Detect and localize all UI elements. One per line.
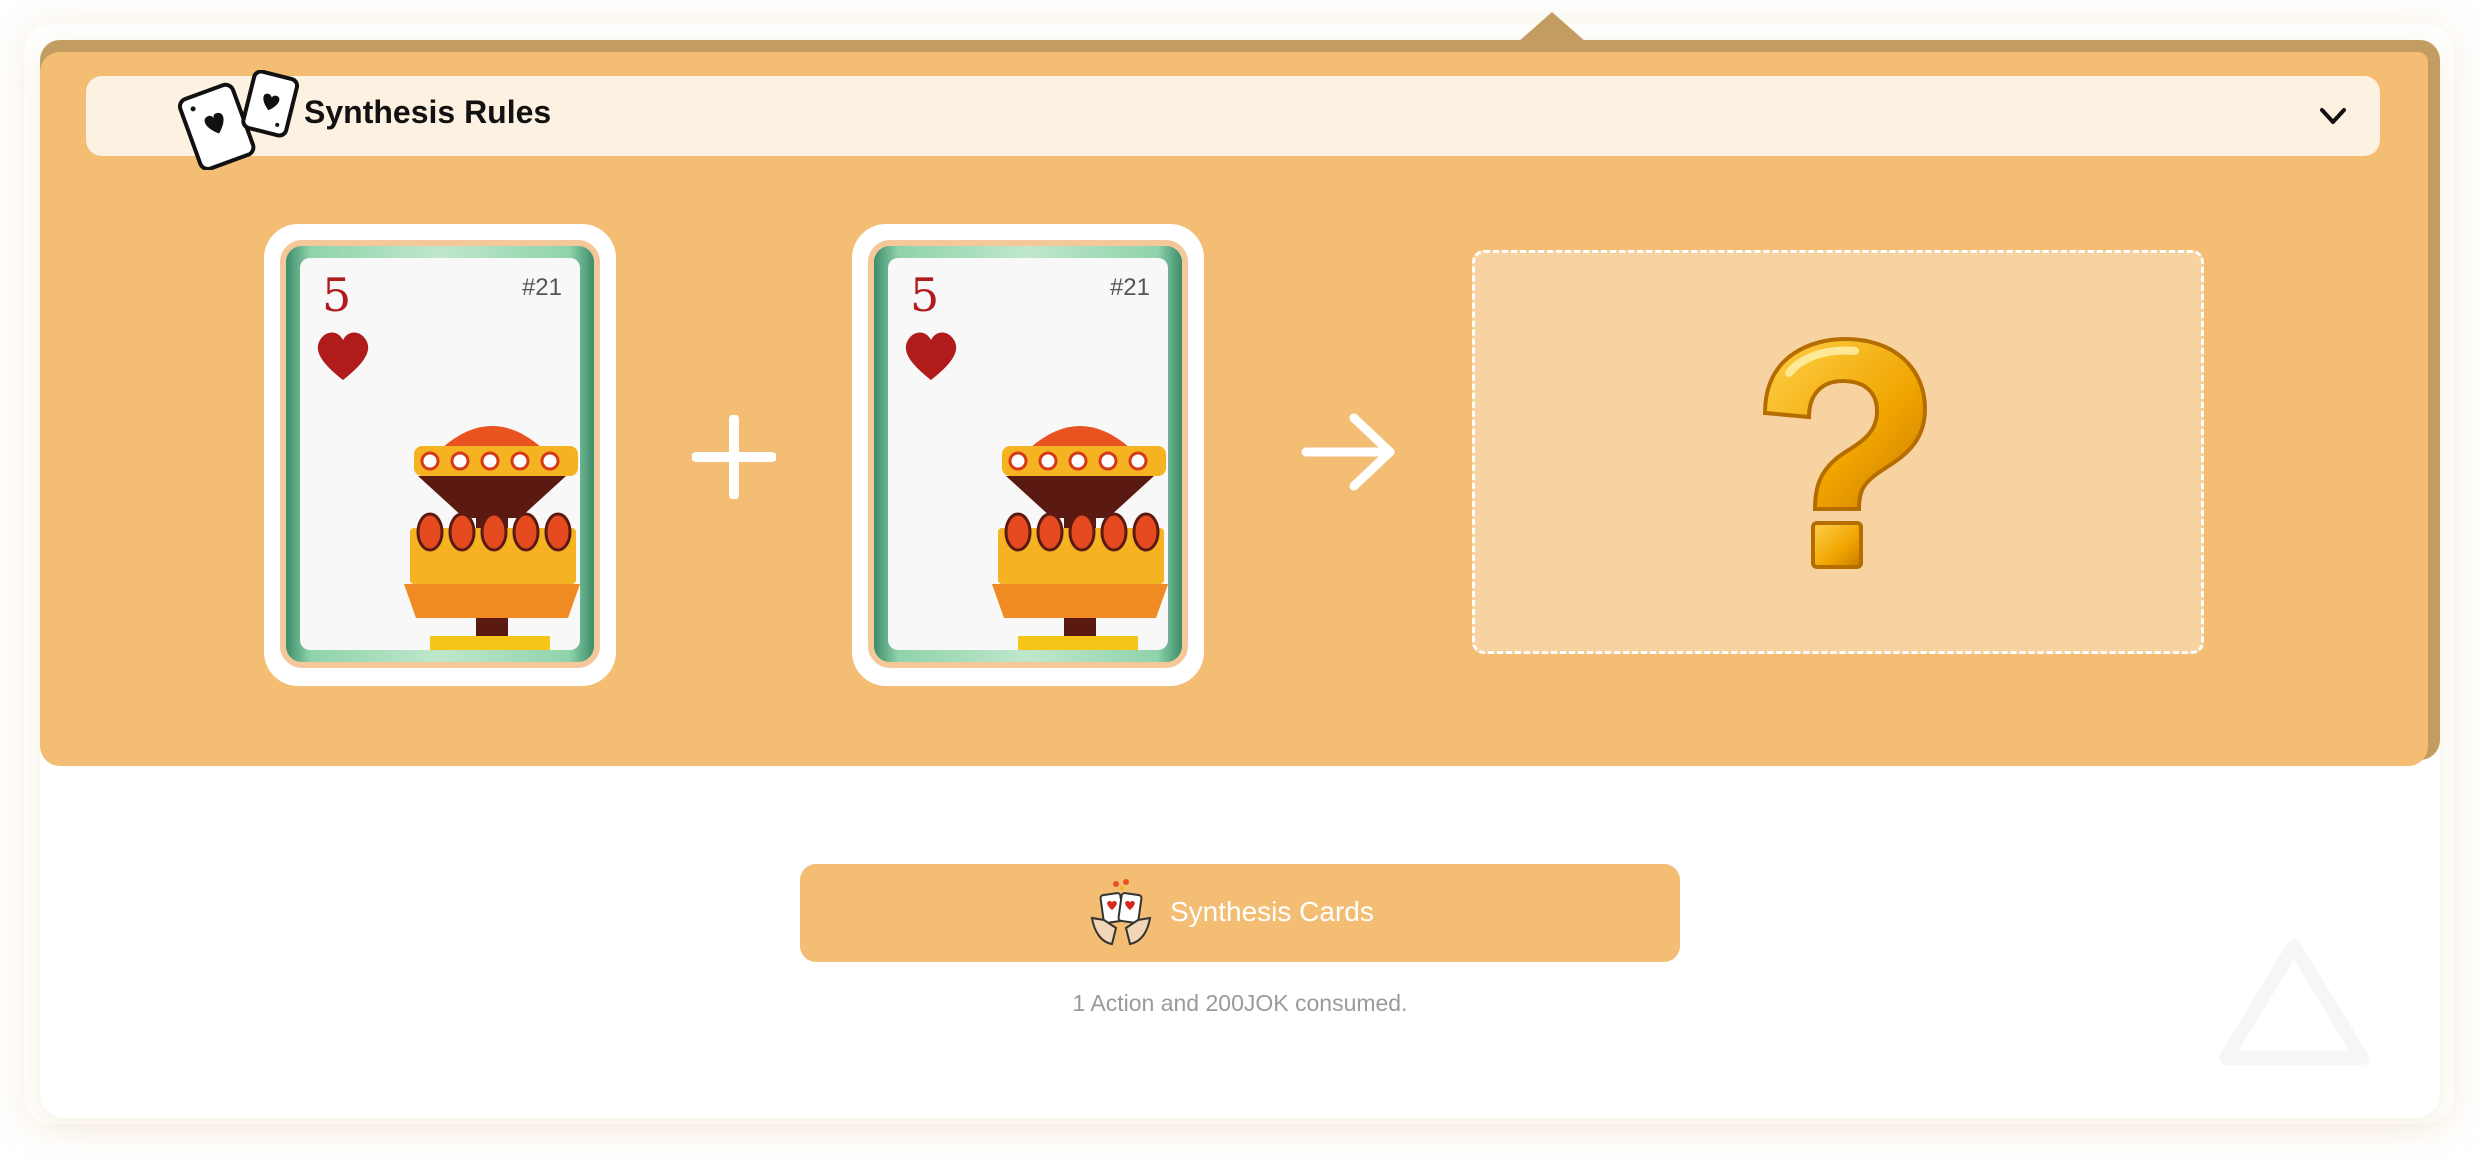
hands-holding-cards-icon	[1090, 879, 1152, 946]
input-card-slot-1[interactable]: 5 #21	[264, 224, 616, 686]
question-mark-icon	[1762, 336, 1928, 569]
playing-card: 5 #21	[300, 258, 580, 650]
card-number: #21	[1109, 274, 1150, 301]
input-card-slot-2[interactable]: 5 #21	[852, 224, 1204, 686]
card-border: 5 #21	[868, 240, 1188, 668]
plus-icon	[692, 415, 776, 499]
panel-pointer	[1518, 12, 1586, 42]
playing-cards-icon	[177, 70, 300, 170]
chevron-down-icon[interactable]	[2318, 104, 2348, 128]
page-title: Synthesis Rules	[304, 94, 552, 130]
synthesis-result-slot	[1472, 250, 2204, 654]
card-rank: 5	[322, 268, 352, 322]
freefall-ride-illustration	[992, 426, 1168, 650]
heart-suit-icon	[317, 332, 369, 380]
cost-note: 1 Action and 200JOK consumed.	[1072, 990, 1408, 1016]
synthesis-rules-header[interactable]: Synthesis Rules	[86, 70, 2380, 170]
freefall-ride-illustration	[404, 426, 580, 650]
playing-card: 5 #21	[888, 258, 1168, 650]
card-number: #21	[521, 274, 562, 301]
synthesis-cards-button[interactable]: Synthesis Cards	[800, 864, 1680, 962]
synthesis-cards-button-label: Synthesis Cards	[1170, 896, 1374, 927]
card-rank: 5	[910, 268, 940, 322]
heart-suit-icon	[905, 332, 957, 380]
triangle-icon	[2219, 939, 2369, 1065]
arrow-right-icon	[1301, 413, 1395, 491]
card-border: 5 #21	[280, 240, 600, 668]
